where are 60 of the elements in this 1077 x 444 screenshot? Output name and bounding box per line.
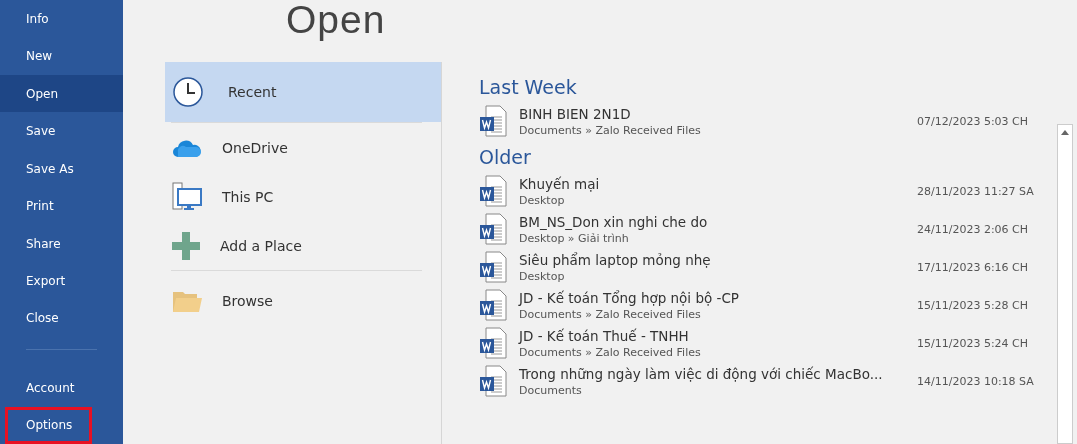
recent-file[interactable]: Trong những ngày làm việc di động với chiếc MacBo... Documents 14/11/2023 10:18 SA xyxy=(479,362,1045,400)
word-document-icon xyxy=(479,327,507,359)
group-heading: Last Week xyxy=(479,76,578,98)
scrollbar[interactable] xyxy=(1057,124,1073,444)
file-path: Desktop » Giải trình xyxy=(519,231,630,245)
recent-file[interactable]: Siêu phẩm laptop mỏng nhẹ Desktop 17/11/2023 6:16 CH xyxy=(479,248,1045,286)
nav-item[interactable]: Share xyxy=(0,224,123,263)
word-document-icon xyxy=(479,289,507,321)
nav-item[interactable]: Open xyxy=(0,74,123,113)
file-name: BM_NS_Don xin nghi che do xyxy=(519,213,709,230)
clock-icon xyxy=(172,76,204,108)
page-title: Open xyxy=(286,0,387,43)
place-item[interactable]: OneDrive xyxy=(165,123,441,172)
nav-item[interactable]: Account xyxy=(0,369,123,407)
place-item[interactable]: Add a Place xyxy=(165,221,441,270)
file-path: Documents » Zalo Received Files xyxy=(519,123,702,137)
place-item[interactable]: Recent xyxy=(165,62,441,122)
folder-icon xyxy=(172,290,202,312)
file-path: Desktop xyxy=(519,269,566,283)
nav-item[interactable]: Save xyxy=(0,112,123,150)
file-path: Desktop xyxy=(519,193,566,207)
word-document-icon xyxy=(479,365,507,397)
place-item[interactable]: Browse xyxy=(165,275,441,327)
recent-file[interactable]: JD - Kế toán Thuế - TNHH Documents » Zalo Received Files 15/11/2023 5:24 CH xyxy=(479,324,1045,362)
scroll-up-icon[interactable] xyxy=(1061,129,1069,135)
word-document-icon xyxy=(479,213,507,245)
file-date: 15/11/2023 5:24 CH xyxy=(917,336,1030,350)
file-path: Documents » Zalo Received Files xyxy=(519,307,702,321)
nav-item[interactable]: Options xyxy=(5,406,92,444)
file-name: Siêu phẩm laptop mỏng nhẹ xyxy=(519,251,712,268)
file-name: JD - Kế toán Tổng hợp nội bộ -CP xyxy=(519,289,740,306)
file-date: 14/11/2023 10:18 SA xyxy=(917,374,1035,388)
place-item[interactable]: This PC xyxy=(165,172,441,221)
nav-item[interactable]: New xyxy=(0,37,123,75)
nav-item[interactable]: Save As xyxy=(0,149,123,188)
file-path: Documents » Zalo Received Files xyxy=(519,345,702,359)
nav-item[interactable]: Close xyxy=(0,299,123,338)
word-document-icon xyxy=(479,175,507,207)
nav-item[interactable]: Print xyxy=(0,187,123,225)
recent-file[interactable]: BM_NS_Don xin nghi che do Desktop » Giải trình 24/11/2023 2:06 CH xyxy=(479,210,1045,248)
file-date: 28/11/2023 11:27 SA xyxy=(917,184,1035,198)
file-date: 24/11/2023 2:06 CH xyxy=(917,222,1030,236)
recent-file[interactable]: BINH BIEN 2N1D Documents » Zalo Received Files 07/12/2023 5:03 CH xyxy=(479,102,1045,140)
file-date: 07/12/2023 5:03 CH xyxy=(917,114,1030,128)
nav-item[interactable]: Info xyxy=(0,0,123,38)
file-name: Khuyến mại xyxy=(519,175,601,192)
file-path: Documents xyxy=(519,383,583,397)
group-heading: Older xyxy=(479,146,532,168)
recent-file[interactable]: Khuyến mại Desktop 28/11/2023 11:27 SA xyxy=(479,172,1045,210)
computer-icon xyxy=(172,181,202,212)
word-document-icon xyxy=(479,251,507,283)
word-document-icon xyxy=(479,105,507,137)
recent-file[interactable]: JD - Kế toán Tổng hợp nội bộ -CP Documents » Zalo Received Files 15/11/2023 5:28 CH xyxy=(479,286,1045,324)
plus-icon xyxy=(172,231,200,260)
file-date: 15/11/2023 5:28 CH xyxy=(917,298,1030,312)
file-name: JD - Kế toán Thuế - TNHH xyxy=(519,327,690,344)
file-date: 17/11/2023 6:16 CH xyxy=(917,260,1030,274)
file-name: Trong những ngày làm việc di động với chiếc MacBo... xyxy=(519,365,884,382)
file-name: BINH BIEN 2N1D xyxy=(519,105,632,122)
nav-item[interactable]: Export xyxy=(0,262,123,300)
